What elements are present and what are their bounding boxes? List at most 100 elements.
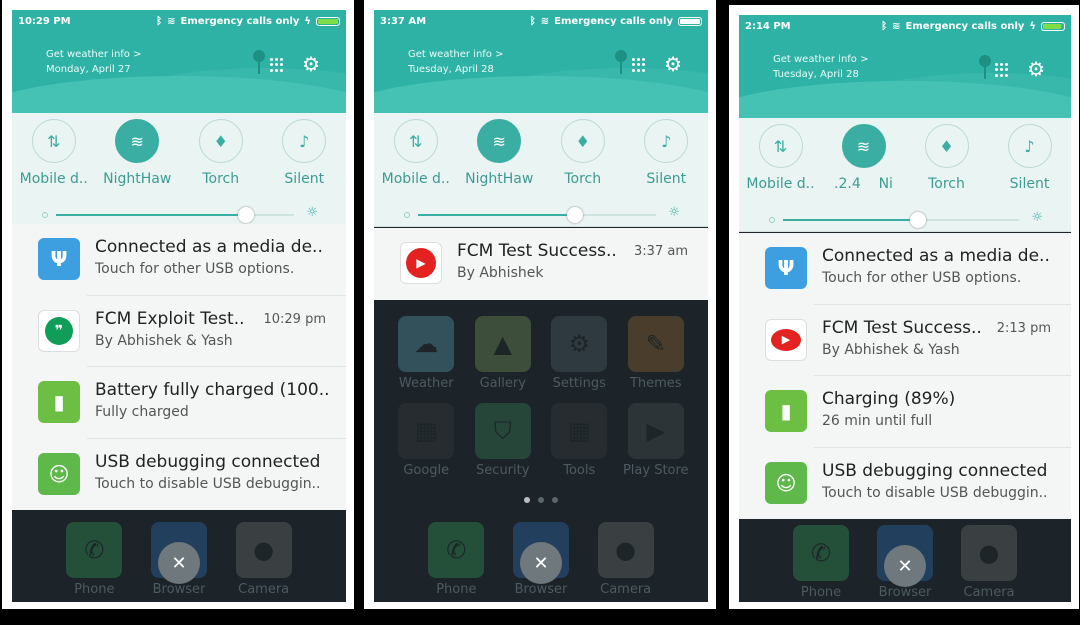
status-bar: 2:14 PM ᛒ ≋ Emergency calls only ϟ [739, 15, 1071, 37]
battery-status-icon [678, 16, 702, 26]
tools-folder-icon: ▦ [551, 403, 608, 459]
wifi-status-icon: ≋ [540, 15, 550, 27]
tile-silent[interactable]: ♪ Silent [990, 124, 1070, 192]
tile-silent[interactable]: ♪ Silent [626, 119, 706, 187]
app-google[interactable]: ▦ Google [396, 403, 456, 478]
notification-item[interactable]: Ψ Connected as a media de.. Touch for ot… [739, 233, 1071, 305]
tile-wifi[interactable]: ≋ .2.4 Ni [824, 124, 904, 192]
brightness-slider[interactable]: ☼ [769, 210, 1043, 228]
charging-icon: ϟ [304, 15, 311, 27]
date-text: Tuesday, April 28 [408, 64, 494, 75]
tile-torch[interactable]: ♦ Torch [543, 119, 623, 187]
bluetooth-icon: ᛒ [881, 20, 888, 32]
page-indicator [524, 497, 558, 503]
tile-silent[interactable]: ♪ Silent [264, 119, 344, 187]
wifi-icon: ≋ [477, 119, 522, 163]
quick-settings-panel: ⇅ Mobile d.. ≋ NightHaw ♦ Torch ♪ Silent ☼ [12, 113, 346, 239]
app-tools[interactable]: ▦ Tools [549, 403, 609, 478]
mobile-data-icon: ⇅ [758, 124, 803, 168]
weather-link[interactable]: Get weather info > [408, 47, 503, 62]
app-play-store[interactable]: ▶ Play Store [623, 403, 689, 478]
notification-list: Ψ Connected as a media de.. Touch for ot… [739, 233, 1071, 519]
tile-torch[interactable]: ♦ Torch [181, 119, 261, 187]
app-camera[interactable]: ● Camera [596, 522, 656, 597]
battery-status-icon [316, 16, 340, 26]
grid-icon[interactable] [995, 63, 1009, 77]
weather-header[interactable]: Get weather info > Tuesday, April 28 ⚙ [739, 37, 1071, 118]
app-settings[interactable]: ⚙ Settings [549, 316, 609, 391]
gear-icon[interactable]: ⚙ [664, 54, 682, 74]
phone-screen-1: 10:29 PM ᛒ ≋ Emergency calls only ϟ Get … [12, 10, 346, 602]
date-text: Tuesday, April 28 [773, 69, 859, 80]
security-icon: ⛉ [474, 403, 531, 459]
app-grid: ☁ Weather ▲ Gallery ⚙ Settings ✎ Themes ▦ Goo… [374, 316, 708, 478]
app-gallery[interactable]: ▲ Gallery [473, 316, 533, 391]
wifi-status-icon: ≋ [892, 20, 901, 32]
grid-icon[interactable] [632, 58, 646, 72]
themes-icon: ✎ [627, 316, 684, 372]
close-button[interactable]: ✕ [520, 542, 562, 584]
status-bar: 10:29 PM ᛒ ≋ Emergency calls only ϟ [12, 10, 346, 32]
close-button[interactable]: ✕ [884, 545, 926, 587]
torch-icon: ♦ [198, 119, 243, 163]
app-weather[interactable]: ☁ Weather [396, 316, 456, 391]
app-phone[interactable]: ✆ Phone [791, 525, 851, 600]
brightness-knob[interactable] [238, 207, 255, 223]
app-phone[interactable]: ✆ Phone [64, 522, 124, 597]
mobile-data-icon: ⇅ [31, 119, 76, 163]
app-themes[interactable]: ✎ Themes [626, 316, 686, 391]
tile-mobile-data[interactable]: ⇅ Mobile d.. [14, 119, 94, 187]
gear-icon[interactable]: ⚙ [1027, 59, 1045, 79]
gear-icon[interactable]: ⚙ [302, 54, 320, 74]
bell-off-icon: ♪ [282, 119, 327, 163]
torch-icon: ♦ [560, 119, 605, 163]
tile-wifi[interactable]: ≋ NightHaw [459, 119, 539, 187]
brightness-low-icon [404, 212, 410, 218]
notification-list: ▶ FCM Test Success.. By Abhishek 3:37 am [374, 228, 708, 300]
notification-item[interactable]: Ψ Connected as a media de.. Touch for ot… [12, 224, 346, 296]
notification-item[interactable]: ▮ Battery fully charged (100.. Fully cha… [12, 367, 346, 439]
brightness-slider[interactable]: ☼ [404, 205, 680, 223]
notification-item[interactable]: ▮ Charging (89%) 26 min until full [739, 376, 1071, 448]
carrier-text: Emergency calls only [905, 20, 1025, 32]
bluetooth-icon: ᛒ [156, 15, 163, 27]
app-camera[interactable]: ● Camera [234, 522, 294, 597]
phone-screen-3: 2:14 PM ᛒ ≋ Emergency calls only ϟ Get w… [739, 15, 1071, 602]
brightness-knob[interactable] [909, 212, 926, 228]
weather-header[interactable]: Get weather info > Monday, April 27 ⚙ [12, 32, 346, 113]
wifi-icon: ≋ [841, 124, 886, 168]
notification-item[interactable]: ☺ USB debugging connected Touch to disab… [739, 448, 1071, 520]
close-icon: ✕ [897, 555, 913, 577]
weather-header[interactable]: Get weather info > Tuesday, April 28 ⚙ [374, 32, 708, 113]
youtube-icon: ▶ [765, 318, 807, 361]
tile-torch[interactable]: ♦ Torch [907, 124, 987, 192]
tile-wifi[interactable]: ≋ NightHaw [97, 119, 177, 187]
wifi-icon: ≋ [115, 119, 160, 163]
tile-mobile-data[interactable]: ⇅ Mobile d.. [741, 124, 821, 192]
camera-icon: ● [235, 522, 292, 578]
youtube-icon: ▶ [400, 242, 442, 284]
brightness-knob[interactable] [567, 207, 584, 223]
google-folder-icon: ▦ [398, 403, 455, 459]
tile-mobile-data[interactable]: ⇅ Mobile d.. [376, 119, 456, 187]
app-phone[interactable]: ✆ Phone [426, 522, 486, 597]
status-time: 2:14 PM [745, 20, 791, 32]
notification-item[interactable]: ☺ USB debugging connected Touch to disab… [12, 439, 346, 511]
brightness-high-icon: ☼ [1031, 210, 1043, 225]
settings-icon: ⚙ [551, 316, 608, 372]
close-icon: ✕ [533, 552, 549, 574]
grid-icon[interactable] [270, 58, 284, 72]
weather-icon: ☁ [398, 316, 455, 372]
notification-item[interactable]: ❞ FCM Exploit Test.. By Abhishek & Yash … [12, 296, 346, 367]
phone-icon: ✆ [793, 525, 849, 581]
close-button[interactable]: ✕ [158, 542, 200, 584]
brightness-high-icon: ☼ [668, 205, 680, 220]
weather-link[interactable]: Get weather info > [773, 52, 868, 67]
weather-link[interactable]: Get weather info > [46, 47, 141, 62]
app-security[interactable]: ⛉ Security [473, 403, 533, 478]
brightness-slider[interactable]: ☼ [42, 205, 318, 223]
notification-item[interactable]: ▶ FCM Test Success.. By Abhishek 3:37 am [374, 228, 708, 300]
quick-settings-panel: ⇅ Mobile d.. ≋ .2.4 Ni ♦ Torch ♪ Silent ☼ [739, 118, 1071, 232]
notification-item[interactable]: ▶ FCM Test Success.. By Abhishek & Yash … [739, 305, 1071, 376]
app-camera[interactable]: ● Camera [959, 525, 1019, 600]
